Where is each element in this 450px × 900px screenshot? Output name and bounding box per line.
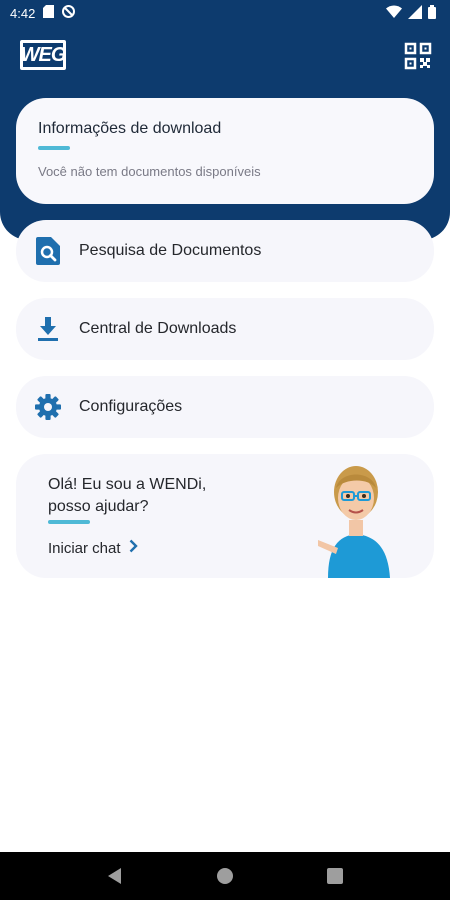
qr-code-button[interactable] [404, 42, 432, 70]
download-info-title: Informações de download [38, 120, 222, 137]
menu-item-label: Pesquisa de Documentos [79, 242, 262, 259]
download-info-card: Informações de download Você não tem doc… [16, 98, 434, 204]
download-icon [34, 315, 62, 343]
assistant-card: Olá! Eu sou a WENDi, posso ajudar? Inici… [16, 454, 434, 578]
qr-code-icon [404, 42, 432, 70]
home-circle-icon [217, 868, 233, 884]
sd-card-icon [43, 5, 55, 21]
accent-divider [48, 520, 90, 524]
signal-icon [408, 4, 422, 22]
menu-item-label: Configurações [79, 398, 183, 415]
recents-button[interactable] [320, 861, 350, 891]
gear-icon [34, 393, 62, 421]
back-triangle-icon [108, 868, 121, 884]
document-search-icon [34, 237, 62, 265]
menu-item-label: Central de Downloads [79, 320, 237, 337]
download-info-empty-text: Você não tem documentos disponíveis [38, 164, 261, 179]
status-time: 4:42 [10, 5, 36, 21]
logo-text: WEG [20, 43, 67, 66]
back-button[interactable] [100, 861, 130, 891]
menu-item-document-search[interactable]: Pesquisa de Documentos [16, 220, 434, 282]
weg-logo: WEG [20, 40, 66, 70]
status-bar: 4:42 [0, 0, 450, 26]
start-chat-link[interactable]: Iniciar chat [48, 539, 138, 557]
battery-icon [428, 4, 436, 22]
accent-divider [38, 146, 70, 150]
recents-square-icon [327, 868, 343, 884]
assistant-avatar [316, 458, 396, 578]
menu-item-settings[interactable]: Configurações [16, 376, 434, 438]
no-data-icon [62, 5, 76, 21]
start-chat-label: Iniciar chat [48, 539, 121, 557]
menu-item-downloads[interactable]: Central de Downloads [16, 298, 434, 360]
chevron-right-icon [129, 539, 138, 557]
assistant-greeting: Olá! Eu sou a WENDi, posso ajudar? [48, 476, 207, 515]
system-nav-bar [0, 852, 450, 900]
wifi-icon [386, 5, 402, 21]
home-button[interactable] [210, 861, 240, 891]
